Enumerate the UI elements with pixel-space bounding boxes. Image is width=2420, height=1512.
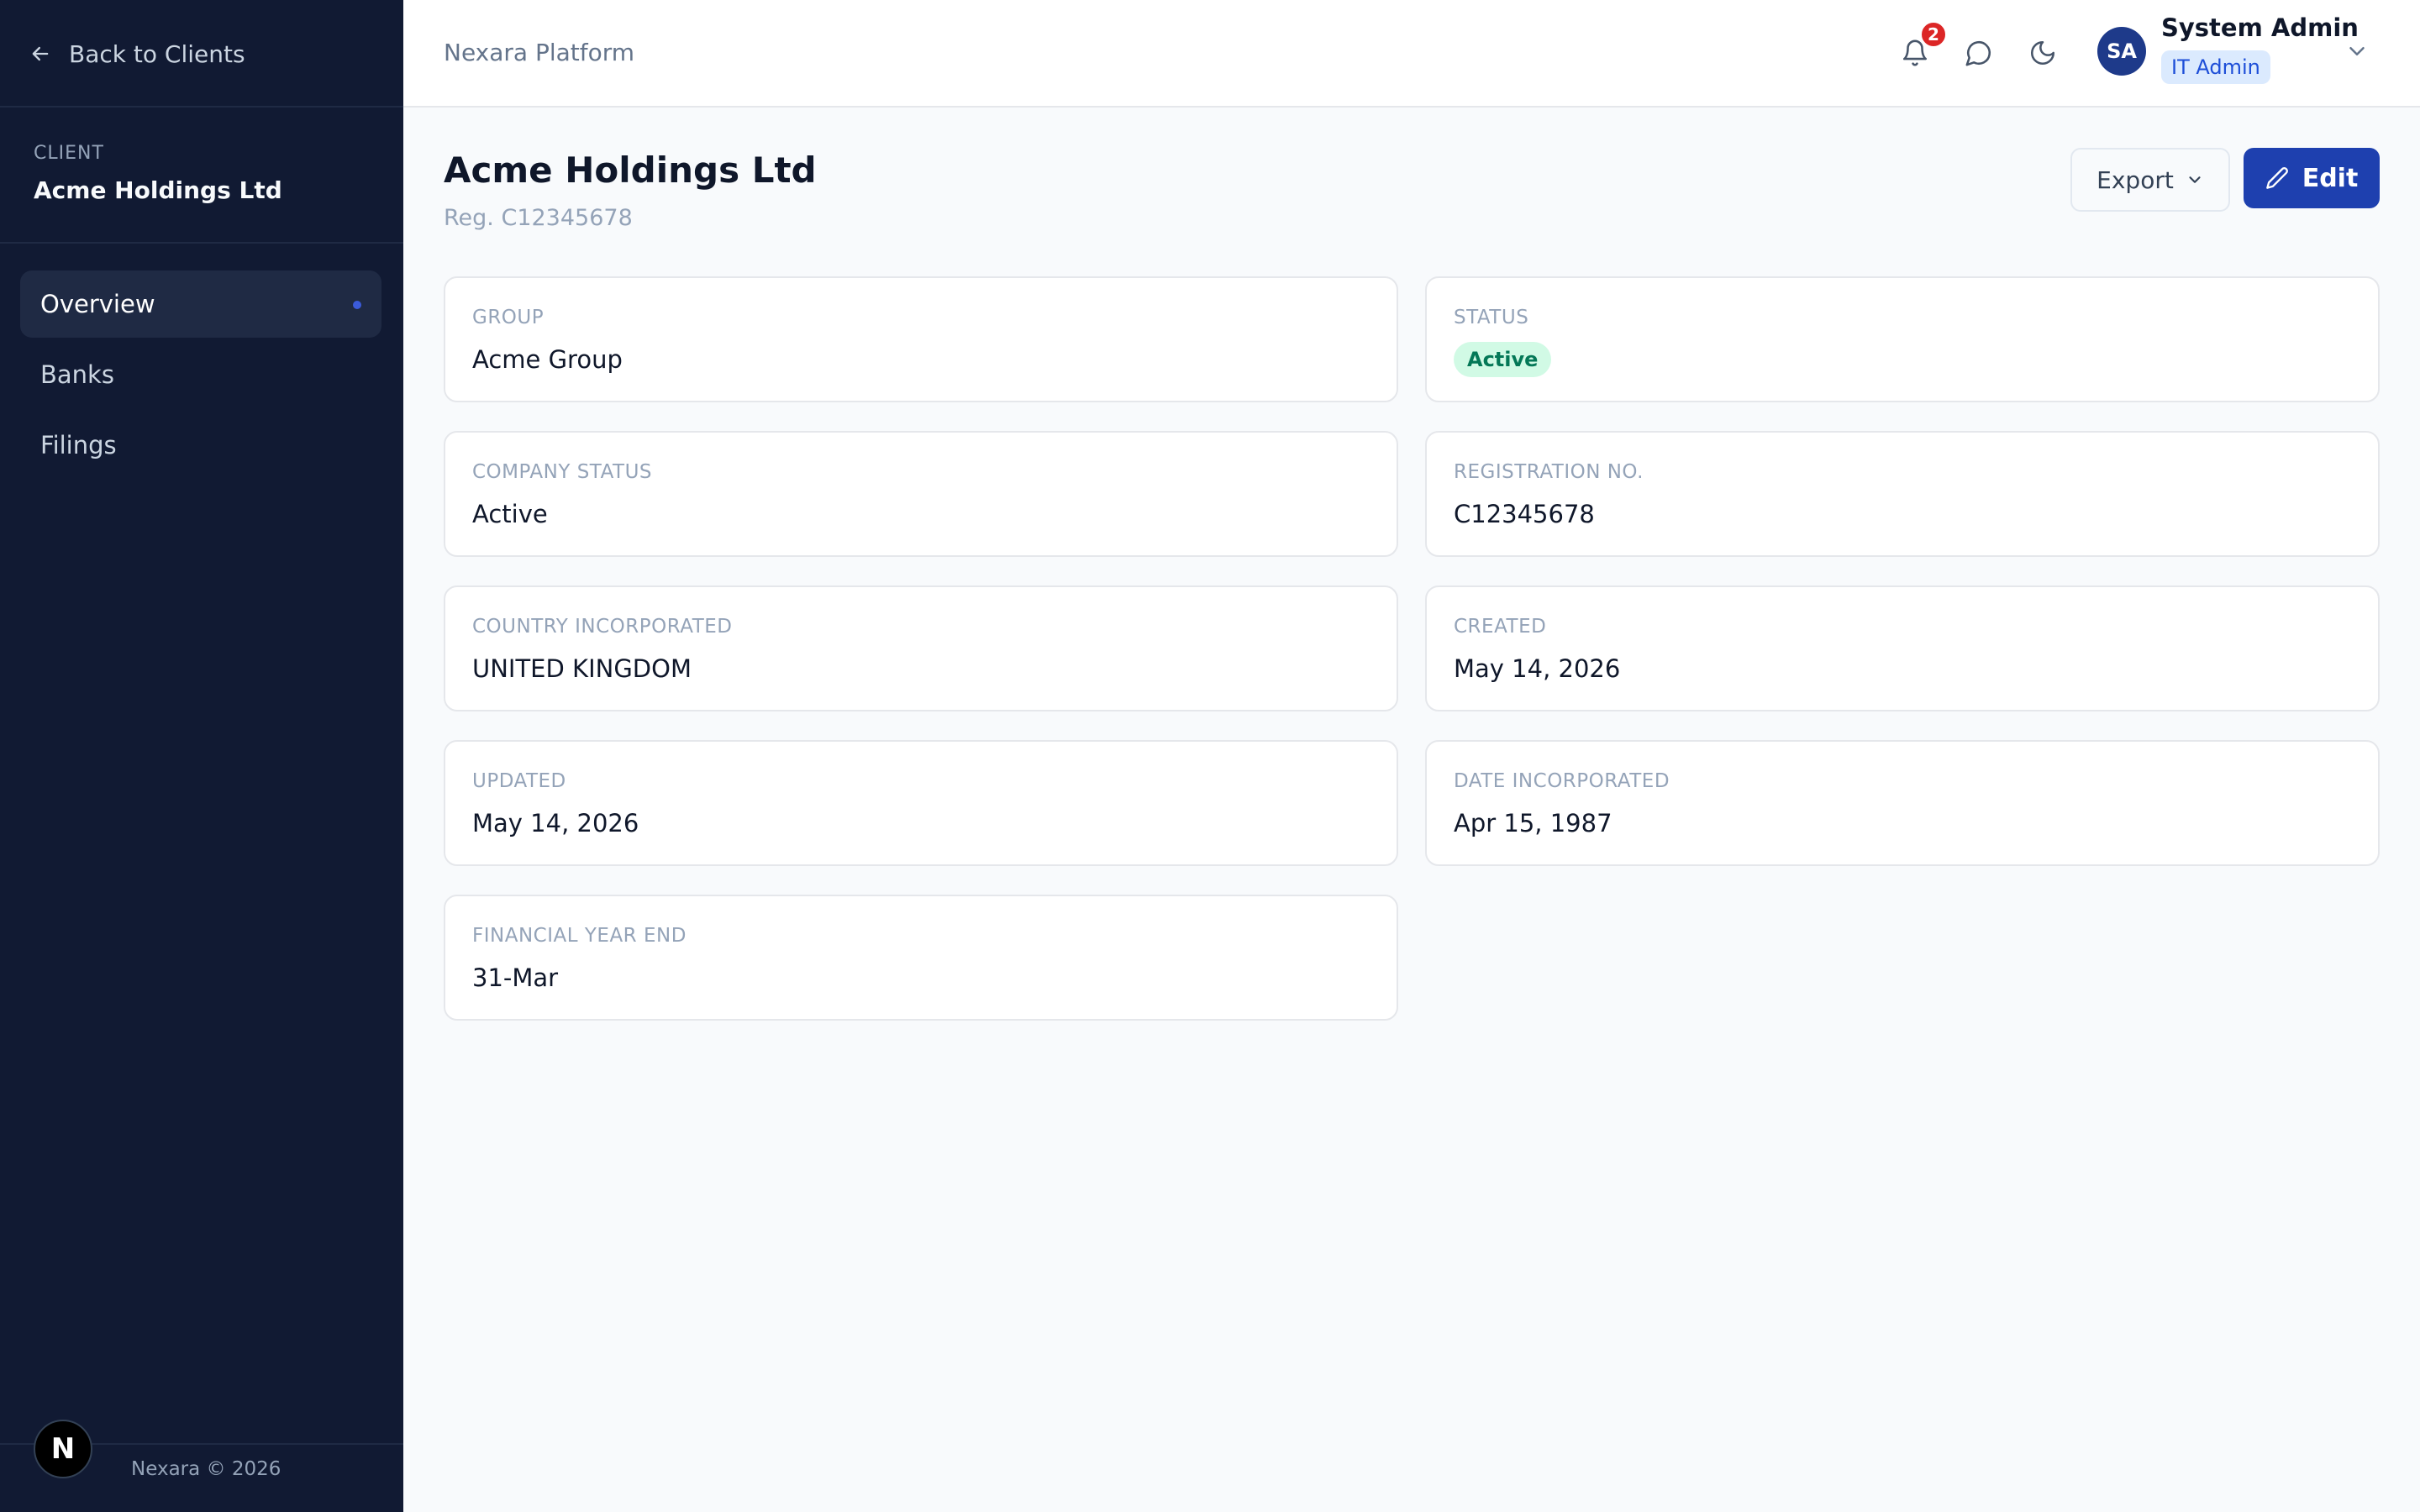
detail-card-financial-year-end: FINANCIAL YEAR END 31-Mar — [444, 895, 1398, 1021]
platform-name: Nexara Platform — [444, 39, 635, 66]
detail-card-country-incorporated: COUNTRY INCORPORATED UNITED KINGDOM — [444, 585, 1398, 711]
moon-icon — [2030, 40, 2055, 66]
field-value: Active — [472, 500, 548, 528]
edit-label: Edit — [2302, 163, 2359, 193]
nav-item-filings[interactable]: Filings — [20, 412, 381, 479]
field-label: UPDATED — [472, 770, 566, 792]
nav-item-label: Banks — [40, 360, 114, 389]
export-button[interactable]: Export — [2070, 148, 2230, 212]
chevron-down-icon[interactable] — [2344, 39, 2370, 64]
field-label: STATUS — [1454, 307, 1529, 328]
nav-item-label: Overview — [40, 290, 155, 318]
field-value: 31-Mar — [472, 963, 559, 992]
field-label: FINANCIAL YEAR END — [472, 925, 687, 947]
client-nav: Overview Banks Filings — [20, 270, 381, 482]
client-eyebrow: CLIENT — [34, 143, 104, 164]
copyright-text: Nexara © 2026 — [131, 1458, 281, 1480]
field-value: Apr 15, 1987 — [1454, 809, 1612, 837]
field-value: C12345678 — [1454, 500, 1595, 528]
edit-button[interactable]: Edit — [2244, 148, 2380, 208]
export-label: Export — [2096, 165, 2174, 194]
theme-toggle-button[interactable] — [2023, 34, 2062, 72]
field-label: DATE INCORPORATED — [1454, 770, 1670, 792]
messages-button[interactable] — [1960, 34, 1998, 72]
chevron-down-icon — [2189, 176, 2201, 183]
page-title: Acme Holdings Ltd — [444, 150, 817, 191]
field-value: May 14, 2026 — [1454, 654, 1621, 683]
sidebar-divider — [0, 106, 403, 108]
field-label: CREATED — [1454, 616, 1547, 638]
user-avatar[interactable]: SA — [2097, 27, 2146, 76]
field-value: Acme Group — [472, 345, 623, 374]
sidebar-divider — [0, 242, 403, 244]
field-label: GROUP — [472, 307, 544, 328]
user-role-badge: IT Admin — [2161, 50, 2270, 84]
nav-item-banks[interactable]: Banks — [20, 341, 381, 408]
detail-card-status: STATUS Active — [1425, 276, 2380, 402]
nav-item-label: Filings — [40, 431, 117, 459]
back-label: Back to Clients — [69, 39, 245, 68]
field-value: UNITED KINGDOM — [472, 654, 692, 683]
sidebar: Back to Clients CLIENT Acme Holdings Ltd… — [0, 0, 403, 1512]
chat-icon — [1965, 40, 1991, 66]
top-bar: Nexara Platform 2 SA System Admin IT Adm… — [403, 0, 2420, 108]
detail-card-registration-no: REGISTRATION NO. C12345678 — [1425, 431, 2380, 557]
field-label: COUNTRY INCORPORATED — [472, 616, 733, 638]
arrow-left-icon — [32, 46, 49, 61]
active-indicator-dot — [353, 301, 361, 309]
detail-card-date-incorporated: DATE INCORPORATED Apr 15, 1987 — [1425, 740, 2380, 866]
detail-card-updated: UPDATED May 14, 2026 — [444, 740, 1398, 866]
client-name: Acme Holdings Ltd — [34, 176, 282, 204]
nexara-logo[interactable]: N — [34, 1420, 92, 1478]
detail-card-group: GROUP Acme Group — [444, 276, 1398, 402]
field-value: May 14, 2026 — [472, 809, 639, 837]
field-label: REGISTRATION NO. — [1454, 461, 1644, 483]
pencil-icon — [2265, 167, 2288, 189]
notification-count-badge: 2 — [1919, 20, 1948, 49]
detail-card-company-status: COMPANY STATUS Active — [444, 431, 1398, 557]
status-badge: Active — [1454, 342, 1552, 377]
detail-card-created: CREATED May 14, 2026 — [1425, 585, 2380, 711]
user-name[interactable]: System Admin — [2161, 13, 2359, 42]
back-to-clients-link[interactable]: Back to Clients — [29, 37, 245, 71]
nav-item-overview[interactable]: Overview — [20, 270, 381, 338]
page-subtitle: Reg. C12345678 — [444, 205, 633, 231]
field-label: COMPANY STATUS — [472, 461, 652, 483]
